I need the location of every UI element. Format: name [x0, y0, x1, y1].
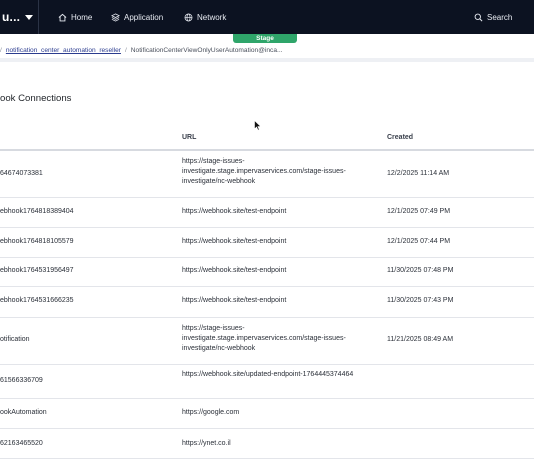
- row-divider: [0, 428, 534, 429]
- globe-icon: [184, 13, 193, 21]
- breadcrumb-link-account[interactable]: notification_center_automation_reseller: [6, 47, 121, 54]
- column-header-created[interactable]: Created: [387, 134, 413, 141]
- row-name: 61566336709: [0, 377, 43, 384]
- breadcrumb-separator: /: [0, 46, 2, 54]
- row-url: https://stage-issues-investigate.stage.i…: [182, 158, 346, 185]
- row-name: 62163465520: [0, 440, 43, 447]
- row-divider: [0, 227, 534, 228]
- nav-item-home[interactable]: Home: [58, 0, 92, 34]
- row-name: ebhook1764531666235: [0, 297, 74, 304]
- row-created: 11/30/2025 07:43 PM: [387, 297, 454, 304]
- nav-item-label: Network: [197, 12, 227, 22]
- row-url: https://stage-issues-investigate.stage.i…: [182, 325, 346, 352]
- row-url: https://webhook.site/test-endpoint: [182, 297, 287, 304]
- row-created: 12/1/2025 07:49 PM: [387, 208, 451, 215]
- breadcrumb: / notification_center_automation_reselle…: [0, 42, 534, 58]
- top-navigation-bar: u... Home Application Network Search: [0, 0, 534, 34]
- row-divider: [0, 197, 534, 198]
- account-name: u...: [2, 10, 21, 24]
- breadcrumb-current: NotificationCenterViewOnlyUserAutomation…: [130, 46, 283, 54]
- caret-down-icon: [25, 14, 34, 20]
- column-header-url[interactable]: URL: [182, 134, 196, 141]
- row-divider: [0, 257, 534, 258]
- row-created: 12/2/2025 11:14 AM: [387, 170, 450, 177]
- row-created: 11/30/2025 07:48 PM: [387, 267, 454, 274]
- row-name: 64674073381: [0, 170, 43, 177]
- row-url: https://google.com: [182, 409, 240, 416]
- nav-item-network[interactable]: Network: [184, 0, 226, 34]
- mouse-cursor-icon: [254, 120, 262, 131]
- row-created: 12/1/2025 07:44 PM: [387, 238, 451, 245]
- row-url: https://webhook.site/test-endpoint: [182, 267, 287, 274]
- home-icon: [58, 13, 67, 21]
- row-name: ebhook1764818389404: [0, 208, 74, 215]
- breadcrumb-separator: /: [124, 46, 127, 54]
- row-created: 11/21/2025 08:49 AM: [387, 336, 454, 343]
- row-name: ookAutomation: [0, 409, 47, 416]
- row-name: otification: [0, 336, 30, 343]
- search-label: Search: [487, 12, 513, 22]
- header-divider: [0, 58, 534, 62]
- nav-item-label: Home: [71, 12, 93, 22]
- row-url: https://webhook.site/test-endpoint: [182, 208, 287, 215]
- nav-divider: [38, 0, 39, 34]
- row-name: ebhook1764531956497: [0, 267, 74, 274]
- table-header-divider: [0, 149, 534, 151]
- search-icon: [474, 13, 483, 21]
- row-url: https://ynet.co.il: [182, 440, 231, 447]
- layers-icon: [111, 12, 120, 22]
- row-divider: [0, 364, 534, 365]
- search-button[interactable]: Search: [474, 0, 512, 34]
- row-divider: [0, 286, 534, 287]
- row-name: ebhook1764818105579: [0, 238, 74, 245]
- row-divider: [0, 398, 534, 399]
- nav-item-label: Application: [124, 12, 164, 22]
- row-divider: [0, 458, 534, 459]
- account-switcher[interactable]: u...: [0, 0, 38, 34]
- page-title: ook Connections: [0, 93, 72, 104]
- row-url: https://webhook.site/updated-endpoint-17…: [182, 371, 354, 378]
- row-url: https://webhook.site/test-endpoint: [182, 238, 287, 245]
- row-divider: [0, 317, 534, 318]
- nav-item-application[interactable]: Application: [111, 0, 163, 34]
